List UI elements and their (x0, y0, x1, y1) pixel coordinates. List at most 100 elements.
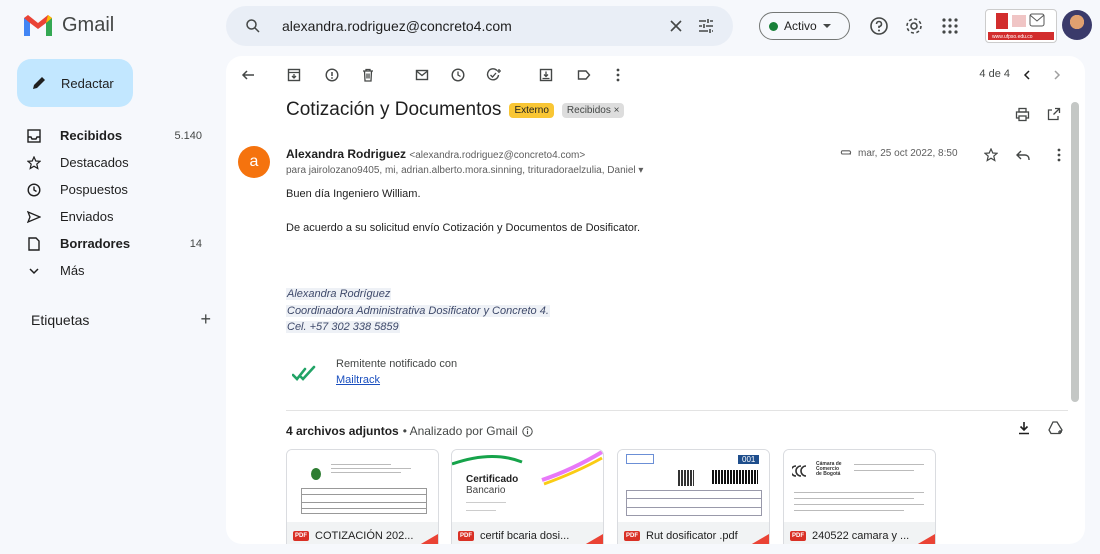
inbox-label-chip[interactable]: Recibidos × (561, 102, 625, 118)
attachment-preview: Cámara de Comercio de Bogotá (784, 450, 935, 522)
sidebar-item-label: Pospuestos (60, 182, 128, 197)
attachment-card[interactable]: Cámara de Comercio de Bogotá PDF 240522 … (783, 449, 936, 544)
pdf-icon: PDF (790, 531, 806, 541)
signature-title: Coordinadora Administrativa Dosificator … (286, 305, 550, 317)
qr-code (678, 470, 694, 486)
compose-button[interactable]: Redactar (17, 59, 133, 107)
settings-gear-icon[interactable] (902, 14, 926, 38)
inbox-icon (26, 128, 42, 144)
clock-icon (26, 182, 42, 198)
add-label-button[interactable]: + (200, 309, 211, 330)
mailtrack-link[interactable]: Mailtrack (336, 372, 457, 388)
attachment-preview (287, 450, 438, 522)
rut-badge: 001 (738, 455, 760, 464)
message-more-icon[interactable] (1050, 146, 1068, 164)
subject-text: Cotización y Documentos (286, 99, 502, 120)
sender-address: <alexandra.rodriguez@concreto4.com> (409, 150, 586, 161)
scrollbar[interactable] (1071, 102, 1079, 402)
sender-name[interactable]: Alexandra Rodriguez (286, 147, 406, 161)
sidebar-item-more[interactable]: Más (0, 257, 216, 284)
reply-icon[interactable] (1014, 146, 1032, 164)
sender-avatar[interactable]: a (238, 146, 270, 178)
camara-comercio-logo-icon (792, 465, 807, 477)
pdf-icon: PDF (293, 531, 309, 541)
status-label: Activo (784, 19, 817, 33)
pdf-corner-icon (745, 534, 769, 544)
recipients-line[interactable]: para jairolozano9405, mi, adrian.alberto… (286, 165, 643, 176)
organization-logo[interactable]: www.ufpso.edu.co (985, 9, 1057, 43)
attachment-name: Rut dosificator .pdf (646, 530, 738, 542)
sidebar-nav: Recibidos 5.140 Destacados Pospuestos En… (0, 122, 216, 284)
labels-title: Etiquetas (31, 311, 90, 328)
status-dot (769, 21, 778, 31)
attachment-name: certif bcaria dosi... (480, 530, 570, 542)
sidebar-item-sent[interactable]: Enviados (0, 203, 216, 230)
search-input[interactable]: alexandra.rodriguez@concreto4.com (282, 18, 661, 34)
attachment-preview: 001 (618, 450, 769, 522)
account-avatar[interactable] (1062, 10, 1092, 40)
caret-down-icon (822, 24, 831, 28)
rut-form-table (626, 490, 762, 516)
mailtrack-notice: Remitente notificado con Mailtrack (292, 356, 457, 388)
info-icon[interactable] (521, 425, 533, 437)
pdf-icon: PDF (458, 531, 474, 541)
gmail-wordmark: Gmail (62, 13, 115, 36)
logo-url: www.ufpso.edu.co (992, 34, 1033, 40)
search-options-icon[interactable] (691, 11, 721, 41)
dian-logo (626, 454, 654, 464)
sidebar-item-starred[interactable]: Destacados (0, 149, 216, 176)
report-spam-icon[interactable] (322, 65, 342, 85)
pdf-corner-icon (414, 534, 438, 544)
labels-section: Etiquetas + (31, 309, 211, 330)
sidebar-item-label: Borradores (60, 236, 131, 251)
attachment-name: COTIZACIÓN 202... (315, 530, 414, 542)
drafts-count: 14 (189, 237, 202, 250)
mailtrack-text: Remitente notificado con (336, 358, 458, 370)
gmail-logo[interactable]: Gmail (22, 12, 114, 38)
print-icon[interactable] (1012, 104, 1032, 124)
sidebar-item-drafts[interactable]: Borradores 14 (0, 230, 216, 257)
sidebar-item-label: Enviados (60, 209, 114, 224)
apps-grid-icon[interactable] (938, 14, 962, 38)
add-task-icon[interactable] (484, 65, 504, 85)
previous-email-icon[interactable] (1017, 65, 1037, 85)
search-icon[interactable] (238, 11, 268, 41)
sidebar-item-snoozed[interactable]: Pospuestos (0, 176, 216, 203)
star-icon[interactable] (982, 146, 1000, 164)
email-toolbar: 4 de 4 (226, 56, 1085, 96)
unread-count: 5.140 (174, 129, 202, 142)
back-arrow-icon[interactable] (238, 65, 258, 85)
sidebar-item-inbox[interactable]: Recibidos 5.140 (0, 122, 216, 149)
attachment-card[interactable]: PDF COTIZACIÓN 202... (286, 449, 439, 544)
signature-phone: Cel. +57 302 338 5859 (286, 321, 400, 333)
attachment-preview: Certificado Bancario (452, 450, 603, 522)
clear-search-icon[interactable] (661, 11, 691, 41)
next-email-icon[interactable] (1047, 65, 1067, 85)
pdf-corner-icon (911, 534, 935, 544)
archive-icon[interactable] (284, 65, 304, 85)
gmail-m-icon (24, 15, 52, 36)
download-all-icon[interactable] (1014, 418, 1034, 438)
attachment-card[interactable]: Certificado Bancario PDF certif bcaria d… (451, 449, 604, 544)
label-tag-icon[interactable] (574, 65, 594, 85)
snooze-clock-icon[interactable] (448, 65, 468, 85)
pencil-icon (33, 77, 45, 89)
open-new-window-icon[interactable] (1044, 104, 1064, 124)
chevron-down-icon (26, 263, 42, 279)
double-check-icon (292, 365, 316, 381)
more-vertical-icon[interactable] (608, 65, 628, 85)
scan-status: • Analizado por Gmail (402, 424, 518, 438)
trash-icon[interactable] (358, 65, 378, 85)
sidebar-item-label: Destacados (60, 155, 129, 170)
email-date: mar, 25 oct 2022, 8:50 (839, 148, 958, 159)
search-bar[interactable]: alexandra.rodriguez@concreto4.com (226, 6, 733, 46)
status-selector[interactable]: Activo (759, 12, 850, 40)
move-to-icon[interactable] (536, 65, 556, 85)
attachment-card[interactable]: 001 PDF Rut dosificator .pdf (617, 449, 770, 544)
attachments-divider (286, 410, 1068, 411)
mark-unread-icon[interactable] (412, 65, 432, 85)
send-icon (26, 209, 42, 225)
file-icon (26, 236, 42, 252)
help-icon[interactable] (867, 14, 891, 38)
save-to-drive-icon[interactable] (1046, 418, 1066, 438)
